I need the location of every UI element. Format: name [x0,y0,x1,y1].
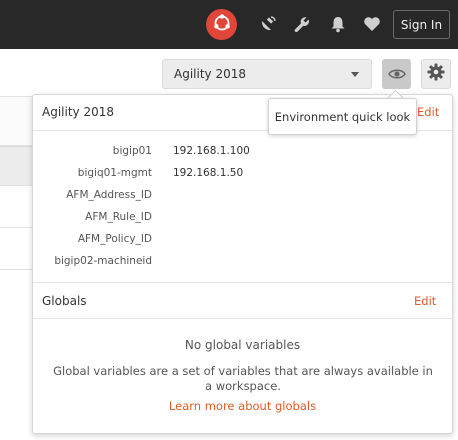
edit-globals-link[interactable]: Edit [414,294,436,308]
variable-row: bigiq01-mgmt 192.168.1.50 [33,163,452,185]
quick-look-tooltip: Environment quick look [268,98,417,135]
variable-key: AFM_Address_ID [66,189,152,201]
edit-environment-link[interactable]: Edit [417,105,439,119]
background-row [0,186,32,228]
top-bar: Sign In [0,0,458,49]
globals-title: Globals [42,294,87,308]
environment-quick-look-button[interactable] [382,59,411,89]
manage-environments-button[interactable] [421,59,451,89]
bell-icon[interactable] [327,12,349,36]
empty-globals-description: Global variables are a set of variables … [53,364,433,393]
sync-icon [212,13,232,37]
variable-row: AFM_Rule_ID [33,207,452,229]
satellite-icon[interactable] [257,12,279,36]
variable-value: 192.168.1.50 [173,167,244,179]
globals-header: Globals Edit [33,282,452,319]
variable-row: AFM_Address_ID [33,185,452,207]
variable-row: AFM_Policy_ID [33,229,452,251]
learn-more-globals-link[interactable]: Learn more about globals [33,399,452,413]
sign-in-button[interactable]: Sign In [393,10,450,39]
environment-quick-look-panel: Agility 2018 Edit bigip01 192.168.1.100 … [32,94,453,434]
variable-key: bigiq01-mgmt [77,167,152,179]
variable-row: bigip02-machineid [33,251,452,273]
chevron-down-icon [351,72,359,77]
variable-value: 192.168.1.100 [173,145,250,157]
background-row [0,49,32,97]
environment-title: Agility 2018 [42,105,114,119]
environment-select[interactable]: Agility 2018 [162,59,372,89]
gear-icon [427,63,445,85]
variable-key: AFM_Rule_ID [85,211,152,223]
variable-key: bigip02-machineid [54,255,152,267]
background-row [0,146,32,186]
variable-key: bigip01 [112,145,152,157]
variable-key: AFM_Policy_ID [77,233,152,245]
background-row [0,228,32,270]
background-row [0,97,32,146]
sync-button[interactable] [206,9,237,40]
heart-icon[interactable] [361,12,383,36]
eye-icon [387,65,406,84]
empty-globals-title: No global variables [184,338,301,352]
variable-row: bigip01 192.168.1.100 [33,141,452,163]
environment-select-value: Agility 2018 [174,67,246,81]
wrench-icon[interactable] [291,12,313,36]
